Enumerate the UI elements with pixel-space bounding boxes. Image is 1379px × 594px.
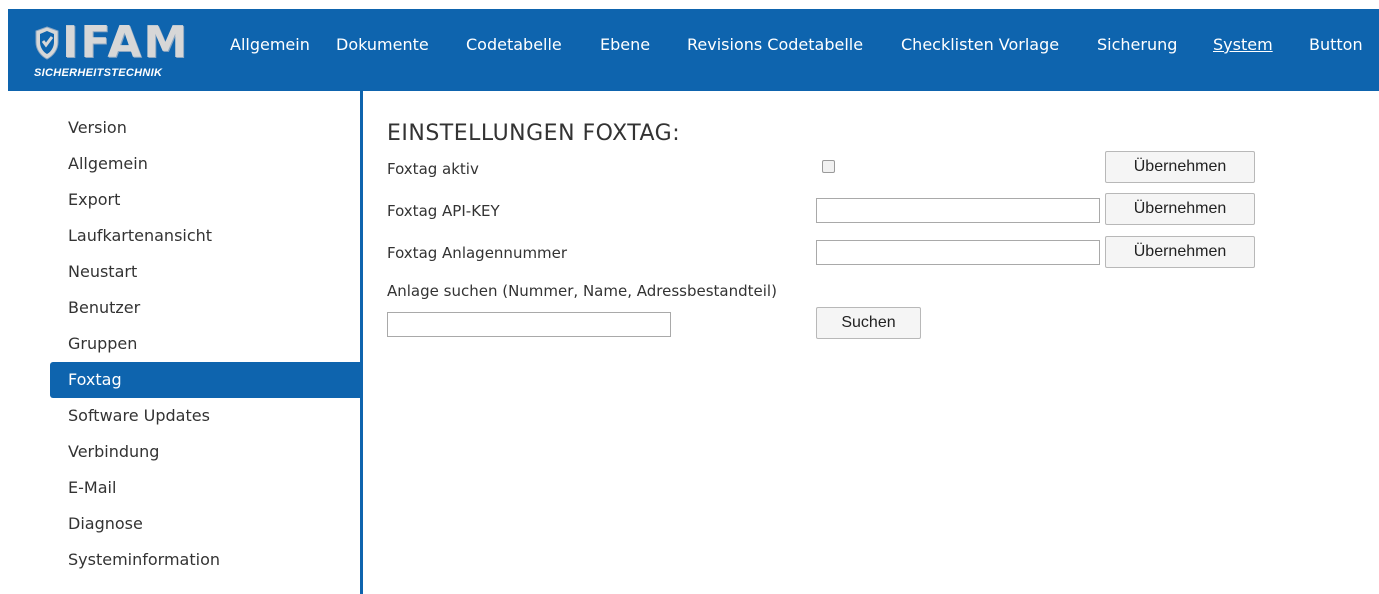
- sidebar-item-systeminformation[interactable]: Systeminformation: [50, 542, 361, 578]
- sidebar-item-laufkartenansicht[interactable]: Laufkartenansicht: [50, 218, 361, 254]
- nav-item-ebene[interactable]: Ebene: [600, 35, 650, 54]
- sidebar-item-email[interactable]: E-Mail: [50, 470, 361, 506]
- sidebar-item-neustart[interactable]: Neustart: [50, 254, 361, 290]
- api-key-apply-button[interactable]: Übernehmen: [1105, 193, 1255, 225]
- sidebar-divider: [360, 91, 363, 594]
- sidebar-item-allgemein[interactable]: Allgemein: [50, 146, 361, 182]
- settings-sidebar: Version Allgemein Export Laufkartenansic…: [50, 110, 361, 578]
- sidebar-item-benutzer[interactable]: Benutzer: [50, 290, 361, 326]
- api-key-input[interactable]: [816, 198, 1100, 223]
- sidebar-item-software-updates[interactable]: Software Updates: [50, 398, 361, 434]
- search-plant-input[interactable]: [387, 312, 671, 337]
- sidebar-item-foxtag[interactable]: Foxtag: [50, 362, 361, 398]
- sidebar-item-gruppen[interactable]: Gruppen: [50, 326, 361, 362]
- nav-item-system[interactable]: System: [1213, 35, 1273, 54]
- foxtag-active-label: Foxtag aktiv: [387, 160, 479, 178]
- main-nav: Allgemein Dokumente Codetabelle Ebene Re…: [8, 9, 1379, 91]
- sidebar-item-version[interactable]: Version: [50, 110, 361, 146]
- page-title: EINSTELLUNGEN FOXTAG:: [387, 121, 681, 146]
- foxtag-active-checkbox[interactable]: [822, 160, 835, 173]
- foxtag-active-apply-button[interactable]: Übernehmen: [1105, 151, 1255, 183]
- sidebar-item-verbindung[interactable]: Verbindung: [50, 434, 361, 470]
- sidebar-item-diagnose[interactable]: Diagnose: [50, 506, 361, 542]
- nav-item-dokumente[interactable]: Dokumente: [336, 35, 429, 54]
- plant-number-apply-button[interactable]: Übernehmen: [1105, 236, 1255, 268]
- nav-item-sicherung[interactable]: Sicherung: [1097, 35, 1177, 54]
- search-plant-label: Anlage suchen (Nummer, Name, Adressbesta…: [387, 282, 777, 300]
- nav-item-codetabelle[interactable]: Codetabelle: [466, 35, 562, 54]
- nav-item-revisions-codetabelle[interactable]: Revisions Codetabelle: [687, 35, 863, 54]
- search-button[interactable]: Suchen: [816, 307, 921, 339]
- plant-number-label: Foxtag Anlagennummer: [387, 244, 568, 262]
- nav-item-button[interactable]: Button: [1309, 35, 1363, 54]
- nav-item-checklisten-vorlage[interactable]: Checklisten Vorlage: [901, 35, 1059, 54]
- top-header: IFAM SICHERHEITSTECHNIK Allgemein Dokume…: [8, 9, 1379, 91]
- plant-number-input[interactable]: [816, 240, 1100, 265]
- nav-item-allgemein[interactable]: Allgemein: [230, 35, 310, 54]
- sidebar-item-export[interactable]: Export: [50, 182, 361, 218]
- api-key-label: Foxtag API-KEY: [387, 202, 500, 220]
